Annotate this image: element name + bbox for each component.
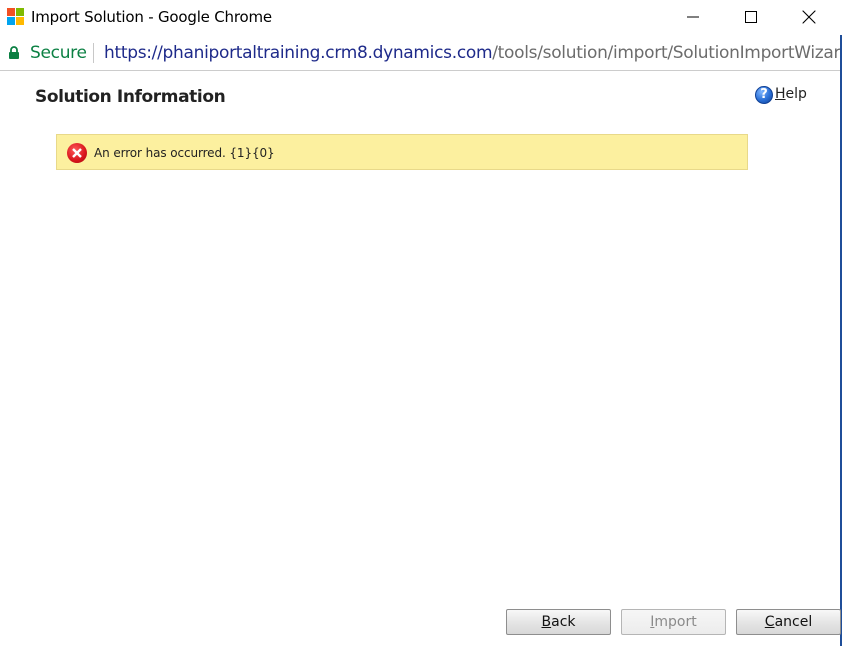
- address-separator: [93, 43, 94, 63]
- microsoft-logo-icon: [7, 8, 25, 26]
- help-label[interactable]: Help: [775, 86, 807, 102]
- help-rest: elp: [785, 86, 807, 102]
- secure-label[interactable]: Secure: [30, 43, 87, 63]
- back-rest: ack: [551, 614, 576, 630]
- cancel-accel: C: [764, 614, 775, 630]
- error-notification: An error has occurred. {1}{0}: [56, 134, 748, 170]
- url-path: /tools/solution/import/SolutionImportWiz…: [492, 43, 842, 63]
- error-message: An error has occurred. {1}{0}: [94, 146, 275, 160]
- help-question-icon: ?: [755, 86, 773, 104]
- maximize-button[interactable]: [722, 0, 780, 34]
- address-bar[interactable]: Secure https://phaniportaltraining.crm8.…: [0, 35, 842, 71]
- error-x-icon: [67, 143, 87, 163]
- page-title: Solution Information: [35, 87, 226, 107]
- url-text[interactable]: https://phaniportaltraining.crm8.dynamic…: [104, 43, 842, 63]
- maximize-icon: [745, 11, 757, 23]
- close-button[interactable]: [780, 0, 838, 34]
- back-accel: B: [541, 614, 552, 630]
- import-button[interactable]: Import: [621, 609, 726, 635]
- close-icon: [802, 10, 816, 24]
- window-title: Import Solution - Google Chrome: [31, 8, 272, 26]
- help-accel: H: [775, 86, 786, 102]
- back-button[interactable]: Back: [506, 609, 611, 635]
- minimize-icon: [687, 16, 699, 18]
- cancel-rest: ancel: [774, 614, 813, 630]
- lock-icon: [9, 46, 19, 59]
- url-host: https://phaniportaltraining.crm8.dynamic…: [104, 43, 493, 63]
- import-rest: mport: [654, 614, 697, 630]
- cancel-button[interactable]: Cancel: [736, 609, 841, 635]
- window-titlebar: Import Solution - Google Chrome: [0, 0, 842, 35]
- minimize-button[interactable]: [664, 0, 722, 34]
